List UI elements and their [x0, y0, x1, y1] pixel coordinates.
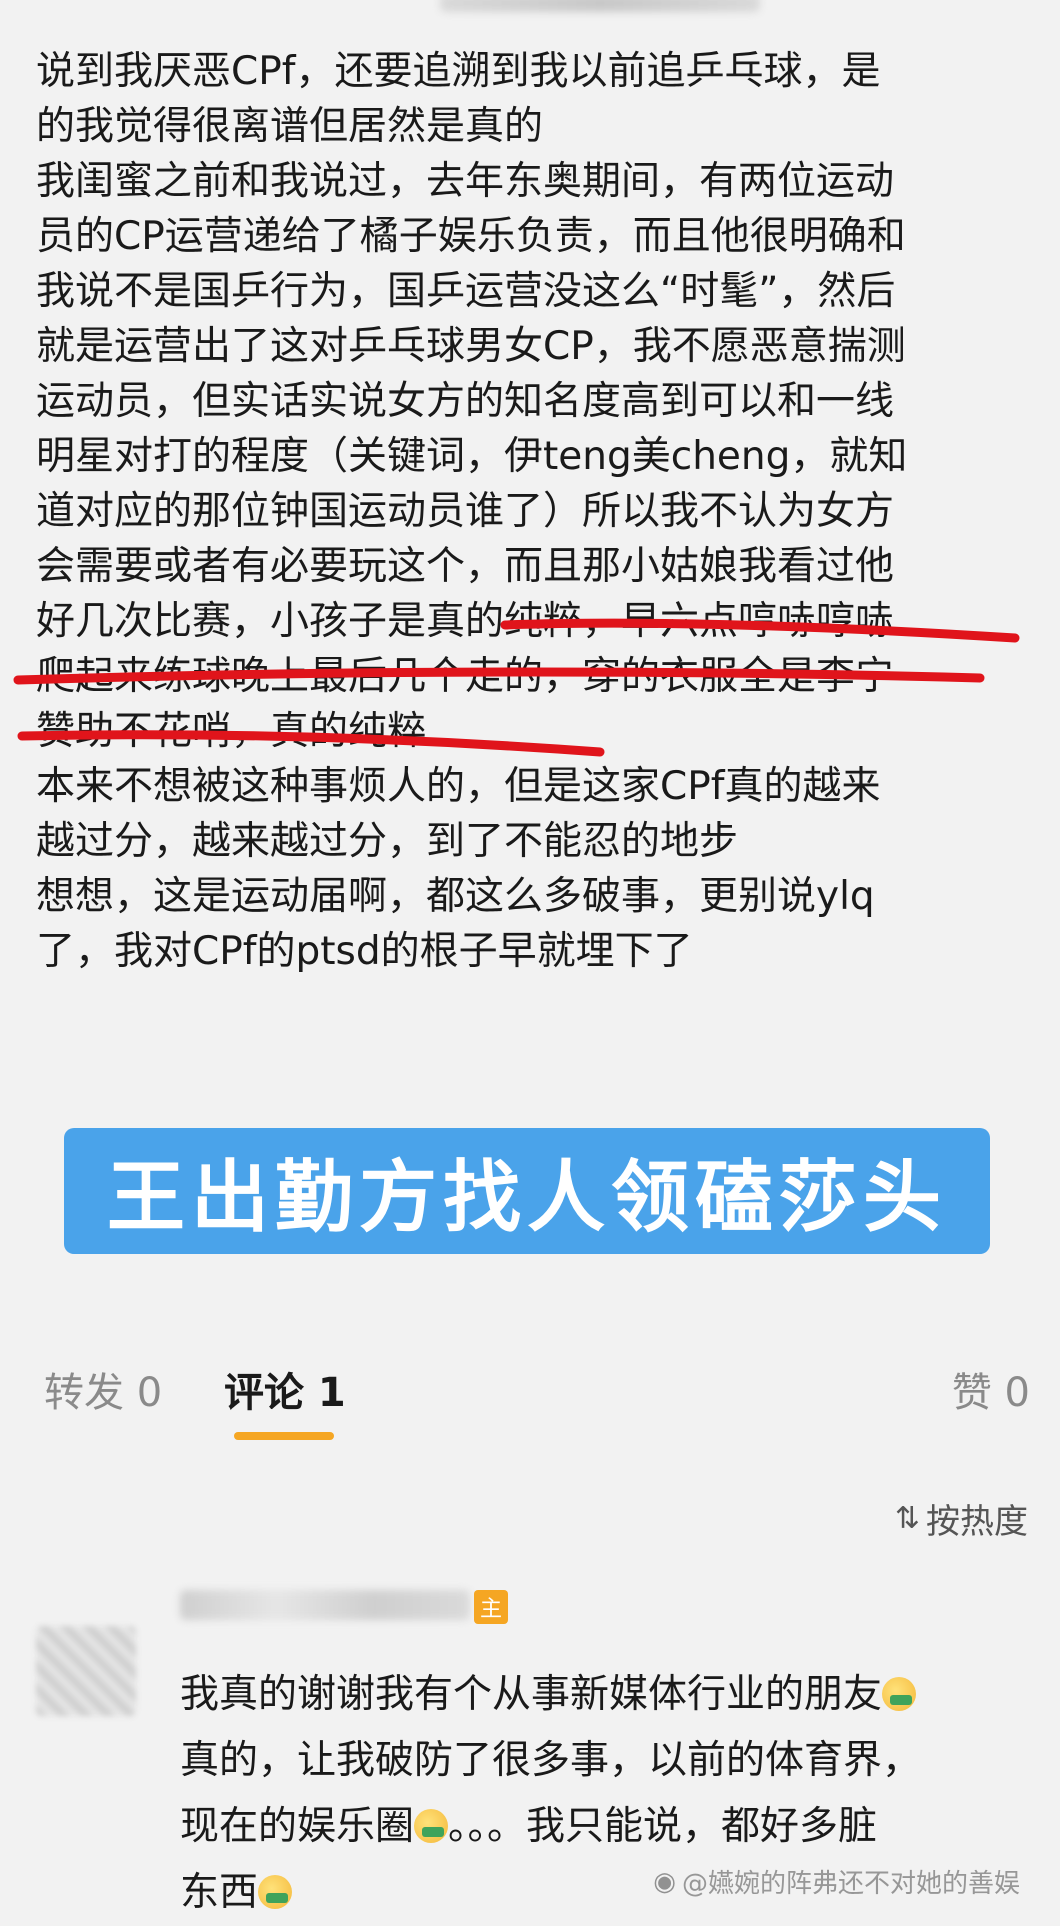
comment-line: 我真的谢谢我有个从事新媒体行业的朋友: [180, 1662, 1040, 1728]
interaction-tabs: 转发 0 评论 1 赞 0: [0, 1360, 1060, 1430]
tab-like[interactable]: 赞 0: [952, 1360, 1030, 1418]
post-line: 明星对打的程度（关键词，伊teng美cheng，就知: [36, 434, 908, 479]
top-blurred-header: [440, 0, 760, 12]
active-tab-indicator: [234, 1432, 334, 1440]
banner-text: 王出勤方找人领磕莎头: [106, 1153, 947, 1243]
money-face-emoji-icon: [258, 1875, 293, 1909]
sort-icon: ⇅: [894, 1501, 920, 1536]
owner-badge-label: 主: [479, 1597, 502, 1622]
sort-label: 按热度: [926, 1502, 1028, 1542]
weibo-watermark: ◉ @嬿婉的阵弗还不对她的善娱: [653, 1863, 1020, 1900]
post-line: 会需要或者有必要玩这个，而且那小姑娘我看过他: [36, 544, 895, 589]
comment-line-text: 现在的娱乐圈: [180, 1804, 415, 1849]
sort-button[interactable]: ⇅ 按热度: [895, 1494, 1028, 1543]
money-face-emoji-icon: [414, 1809, 449, 1843]
post-line: 的我觉得很离谱但居然是真的: [36, 104, 544, 149]
highlight-banner: 王出勤方找人领磕莎头: [64, 1128, 990, 1254]
watermark-text: @嬿婉的阵弗还不对她的善娱: [681, 1869, 1020, 1899]
post-line: 运动员，但实话实说女方的知名度高到可以和一线: [36, 379, 895, 424]
post-line: 员的CP运营递给了橘子娱乐负责，而且他很明确和: [36, 214, 906, 259]
owner-badge: 主: [474, 1590, 508, 1624]
post-body: 说到我厌恶CPf，还要追溯到我以前追乒乓球，是 的我觉得很离谱但居然是真的 我闺…: [36, 44, 1026, 979]
money-face-emoji-icon: [882, 1677, 917, 1711]
comment-line-text: 我真的谢谢我有个从事新媒体行业的朋友: [180, 1672, 883, 1717]
post-line: 就是运营出了这对乒乓球男女CP，我不愿恶意揣测: [36, 324, 906, 369]
blurred-username[interactable]: [180, 1590, 470, 1620]
weibo-logo-icon: ◉: [653, 1866, 676, 1897]
post-line: 爬起来练球晚上最后几个走的，穿的衣服全是李宁: [36, 654, 895, 699]
post-line: 赞助不花哨，真的纯粹: [36, 709, 427, 754]
comment-line: 真的，让我破防了很多事，以前的体育界，: [180, 1728, 1040, 1794]
comment-line-text: 东西: [180, 1870, 259, 1915]
post-line: 道对应的那位钟国运动员谁了）所以我不认为女方: [36, 489, 895, 534]
post-line: 好几次比赛，小孩子是真的纯粹，早六点哼哧哼哧: [36, 599, 895, 644]
post-line: 了，我对CPf的ptsd的根子早就埋下了: [36, 929, 693, 974]
tab-comment[interactable]: 评论 1: [224, 1360, 346, 1418]
post-line: 我说不是国乒行为，国乒运营没这么“时髦”，然后: [36, 269, 896, 314]
comment-line: 现在的娱乐圈 。。。我只能说，都好多脏: [180, 1794, 1040, 1860]
post-line: 我闺蜜之前和我说过，去年东奥期间，有两位运动: [36, 159, 895, 204]
post-line: 越过分，越来越过分，到了不能忍的地步: [36, 819, 739, 864]
comment-line-text: 。。。我只能说，都好多脏: [448, 1804, 878, 1849]
tab-repost[interactable]: 转发 0: [44, 1360, 162, 1418]
avatar[interactable]: [36, 1626, 136, 1716]
post-line: 本来不想被这种事烦人的，但是这家CPf真的越来: [36, 764, 881, 809]
post-line: 说到我厌恶CPf，还要追溯到我以前追乒乓球，是: [36, 49, 881, 94]
post-line: 想想，这是运动届啊，都这么多破事，更别说ylq: [36, 874, 875, 919]
comment-line-text: 真的，让我破防了很多事，以前的体育界，: [180, 1738, 922, 1783]
